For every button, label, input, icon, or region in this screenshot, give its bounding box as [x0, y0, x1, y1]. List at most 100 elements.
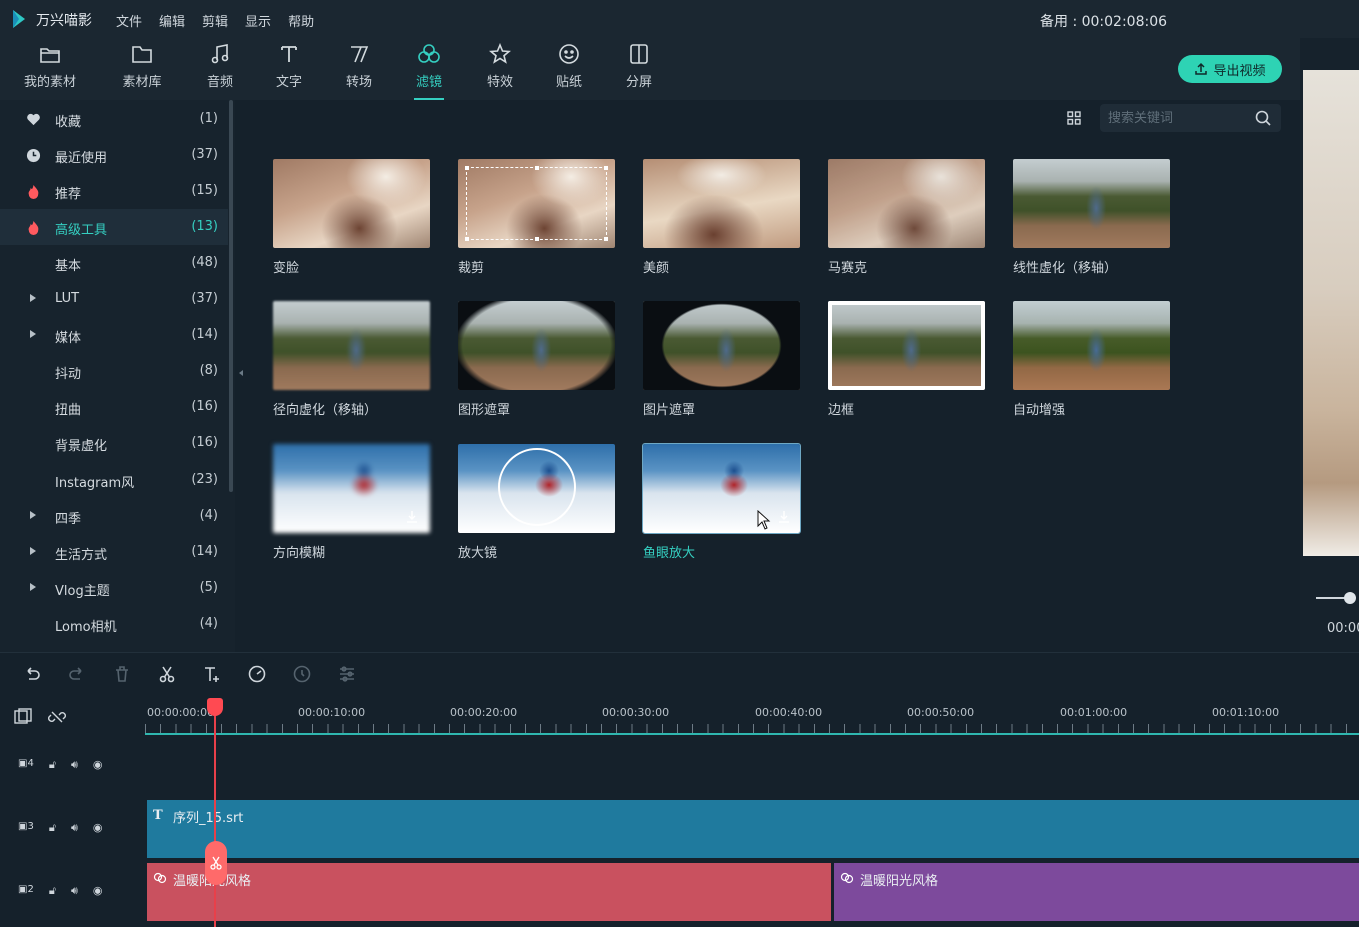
sidebar-item-media[interactable]: 媒体 (14) — [0, 317, 228, 353]
sidebar-item-seasons[interactable]: 四季 (4) — [0, 498, 228, 534]
filter-card-beauty[interactable]: 美颜 — [643, 159, 800, 276]
search-input[interactable] — [1108, 108, 1248, 128]
collapse-sidebar-icon[interactable] — [239, 370, 243, 376]
preview-progress-track[interactable] — [1316, 597, 1346, 599]
playhead-line[interactable] — [214, 700, 216, 927]
expand-arrow-icon[interactable] — [30, 330, 36, 338]
lock-icon[interactable]: 🔓︎ — [49, 821, 56, 835]
expand-arrow-icon[interactable] — [30, 294, 36, 302]
tab-my-media[interactable]: 我的素材 — [15, 41, 85, 97]
sidebar-item-advanced-tools[interactable]: 高级工具 (13) — [0, 209, 228, 245]
subtitle-clip[interactable]: T 序列_15.srt — [147, 800, 1359, 858]
preview-time: 00:00 — [1327, 621, 1359, 636]
sidebar-item-basic[interactable]: 基本 (48) — [0, 245, 228, 281]
filter-clip-a[interactable]: 温暖阳光风格 — [147, 863, 831, 921]
menu-bar: 文件 编辑 剪辑 显示 帮助 — [116, 11, 314, 30]
sidebar-item-lut[interactable]: LUT (37) — [0, 281, 228, 317]
tab-effects[interactable]: 特效 — [465, 41, 535, 97]
tab-filter[interactable]: 滤镜 — [394, 41, 464, 100]
undo-icon[interactable] — [22, 664, 42, 684]
sidebar-item-recommended[interactable]: 推荐 (15) — [0, 173, 228, 209]
crop-frame — [465, 166, 608, 241]
fire-icon — [28, 220, 39, 235]
filter-card-directional-blur[interactable]: 方向模糊 — [273, 444, 430, 561]
filter-clip-b[interactable]: 温暖阳光风格 — [834, 863, 1359, 921]
filter-card-face-swap[interactable]: 变脸 — [273, 159, 430, 276]
filter-card-tilt-shift-linear[interactable]: 线性虚化（移轴） — [1013, 159, 1170, 276]
filter-card-image-mask[interactable]: 图片遮罩 — [643, 301, 800, 418]
speaker-icon[interactable]: 🔊︎ — [71, 758, 78, 772]
sidebar-item-lifestyle[interactable]: 生活方式 (14) — [0, 534, 228, 570]
heart-icon — [27, 113, 40, 126]
lock-icon[interactable]: 🔓︎ — [49, 884, 56, 898]
eye-icon[interactable]: ◉ — [93, 758, 103, 772]
tab-library[interactable]: 素材库 — [107, 41, 177, 97]
menu-help[interactable]: 帮助 — [288, 11, 314, 30]
download-icon[interactable] — [406, 510, 418, 524]
playhead-handle[interactable] — [207, 698, 223, 716]
tab-split-screen[interactable]: 分屏 — [604, 41, 674, 97]
tab-transition[interactable]: 转场 — [324, 41, 394, 97]
redo-icon[interactable] — [67, 664, 87, 684]
mouse-cursor-icon — [757, 510, 771, 530]
timeline-ruler[interactable]: 00:00:00:00 00:00:10:00 00:00:20:00 00:0… — [145, 700, 1359, 736]
search-icon[interactable] — [1255, 110, 1271, 126]
clock-icon — [26, 148, 41, 163]
ruler-ticks — [145, 724, 1359, 733]
filter-thumbnail — [458, 159, 615, 248]
track-header-3: ▣3 🔓︎ 🔊︎ ◉ — [0, 821, 145, 839]
menu-view[interactable]: 显示 — [245, 11, 271, 30]
grid-view-icon[interactable] — [1067, 111, 1081, 125]
filter-card-shape-mask[interactable]: 图形遮罩 — [458, 301, 615, 418]
download-icon[interactable] — [778, 510, 790, 524]
sidebar-item-favorites[interactable]: 收藏 (1) — [0, 101, 228, 137]
eye-icon[interactable]: ◉ — [93, 821, 103, 835]
split-handle[interactable] — [205, 841, 227, 885]
sidebar-item-instagram[interactable]: Instagram风 (23) — [0, 462, 228, 498]
speed-icon[interactable] — [247, 664, 267, 684]
speaker-icon[interactable]: 🔊︎ — [71, 884, 78, 898]
sidebar-item-recent[interactable]: 最近使用 (37) — [0, 137, 228, 173]
menu-edit[interactable]: 编辑 — [159, 11, 185, 30]
filter-card-auto-enhance[interactable]: 自动增强 — [1013, 301, 1170, 418]
sidebar-item-lomo[interactable]: Lomo相机 (4) — [0, 606, 228, 642]
filter-card-mosaic[interactable]: 马赛克 — [828, 159, 985, 276]
speaker-icon[interactable]: 🔊︎ — [71, 821, 78, 835]
white-frame — [828, 301, 985, 390]
filter-card-crop[interactable]: 裁剪 — [458, 159, 615, 276]
cut-icon[interactable] — [157, 664, 177, 684]
video-track-icon: ▣4 — [18, 758, 34, 769]
adjust-icon[interactable] — [337, 664, 357, 684]
expand-arrow-icon[interactable] — [30, 547, 36, 555]
unlink-icon[interactable] — [48, 708, 66, 726]
expand-arrow-icon[interactable] — [30, 511, 36, 519]
preview-progress-knob[interactable] — [1344, 592, 1356, 604]
tab-audio[interactable]: 音频 — [185, 41, 255, 97]
sidebar-item-distortion[interactable]: 扭曲 (16) — [0, 389, 228, 425]
tab-text[interactable]: 文字 — [254, 41, 324, 97]
filter-card-border[interactable]: 边框 — [828, 301, 985, 418]
sidebar-scrollbar[interactable] — [229, 100, 233, 492]
export-video-button[interactable]: 导出视频 — [1178, 55, 1282, 83]
menu-clip[interactable]: 剪辑 — [202, 11, 228, 30]
filter-thumbnail — [828, 301, 985, 390]
menu-file[interactable]: 文件 — [116, 11, 142, 30]
eye-icon[interactable]: ◉ — [93, 884, 103, 898]
filter-card-fisheye-zoom[interactable]: 鱼眼放大 — [642, 443, 801, 561]
filter-card-tilt-shift-radial[interactable]: 径向虚化（移轴） — [273, 301, 430, 418]
expand-arrow-icon[interactable] — [30, 583, 36, 591]
sidebar-item-bg-blur[interactable]: 背景虚化 (16) — [0, 425, 228, 461]
add-track-icon[interactable] — [13, 708, 33, 726]
delete-icon[interactable] — [112, 664, 132, 684]
timer-icon[interactable] — [292, 664, 312, 684]
add-text-icon[interactable] — [202, 664, 222, 684]
lock-icon[interactable]: 🔓︎ — [49, 758, 56, 772]
effects-icon — [489, 43, 511, 64]
filter-thumbnail — [273, 159, 430, 248]
sidebar-item-shake[interactable]: 抖动 (8) — [0, 353, 228, 389]
sidebar-item-vlog[interactable]: Vlog主题 (5) — [0, 570, 228, 606]
music-note-icon — [211, 44, 229, 64]
filter-icon — [418, 44, 440, 63]
tab-sticker[interactable]: 贴纸 — [534, 41, 604, 97]
filter-card-magnifier[interactable]: 放大镜 — [458, 444, 615, 561]
